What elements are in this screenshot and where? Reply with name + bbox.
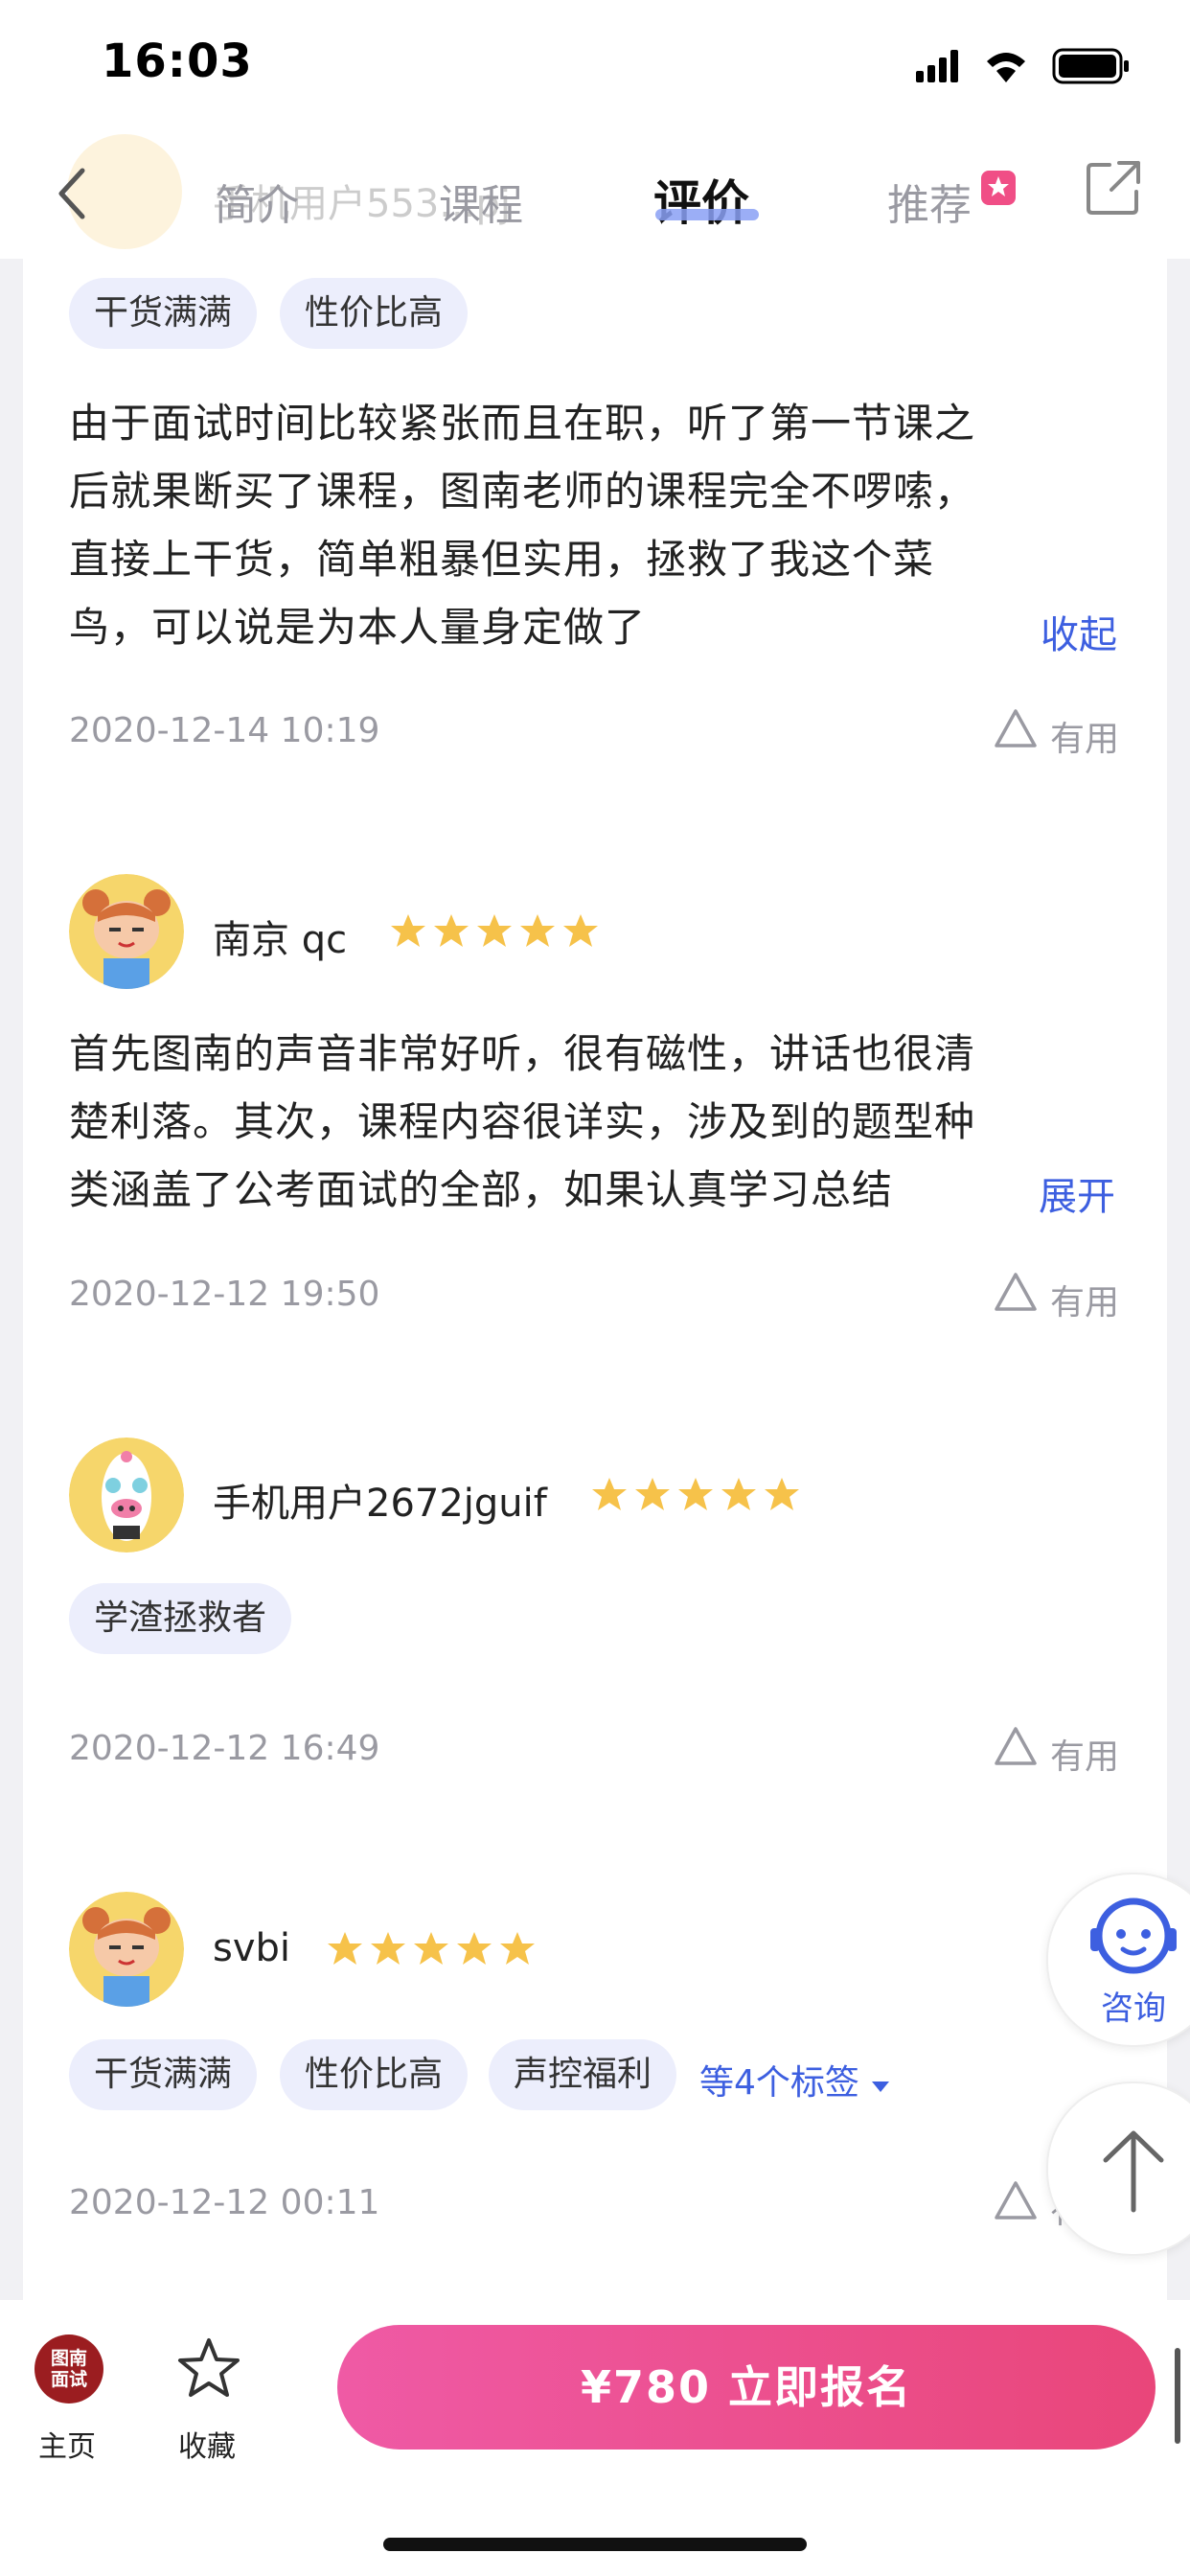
status-icons: [910, 46, 1140, 84]
more-tags-button[interactable]: 等4个标签: [699, 2055, 891, 2104]
review-tag: 性价比高: [280, 278, 469, 349]
review-username: 手机用户2672jguif: [213, 1482, 547, 1526]
star-outline-icon: [178, 2338, 240, 2397]
home-indicator: [383, 2538, 807, 2551]
useful-button[interactable]: 有用: [993, 1271, 1119, 1322]
share-icon: [1087, 161, 1140, 215]
home-label: 主页: [38, 2430, 96, 2464]
favorite-tab[interactable]: 收藏: [172, 2334, 268, 2464]
tab-course[interactable]: 课程: [439, 171, 523, 232]
rating-stars: [592, 1476, 803, 1514]
scrollbar[interactable]: [1175, 2348, 1180, 2444]
tab-reviews[interactable]: 评价: [653, 165, 749, 234]
review-tag: 干货满满: [69, 2039, 258, 2110]
back-button[interactable]: [50, 163, 98, 224]
logo-line: 图南: [50, 2348, 87, 2369]
review-tag: 学渣拯救者: [69, 1583, 292, 1654]
home-tab[interactable]: 图南 面试 主页: [33, 2334, 138, 2464]
triangle-icon: [995, 2181, 1037, 2220]
tiger-avatar-icon: [69, 874, 184, 989]
tab-intro[interactable]: 简介: [215, 171, 299, 232]
review-date: 2020-12-12 00:11: [69, 2183, 380, 2222]
review-tag: 性价比高: [280, 2039, 469, 2110]
review-tag: 干货满满: [69, 278, 258, 349]
tab-recommend[interactable]: 推荐: [887, 171, 972, 232]
share-button[interactable]: [1085, 159, 1142, 217]
useful-label: 有用: [1050, 1737, 1120, 1777]
triangle-icon: [995, 1727, 1037, 1765]
five-stars-icon: [592, 1478, 799, 1510]
enroll-button[interactable]: ¥780 立即报名: [337, 2325, 1156, 2450]
review-text: 首先图南的声音非常好听，很有磁性，讲话也很清 楚利落。其次，课程内容很详实，涉及…: [69, 1030, 976, 1213]
triangle-icon: [995, 1273, 1037, 1311]
active-tab-indicator: [655, 209, 759, 220]
review-username: svbi: [213, 1926, 291, 1970]
bottom-action-bar: 图南 面试 主页 收藏 ¥780 立即报名: [0, 2300, 1190, 2576]
status-time: 16:03: [102, 34, 253, 88]
expand-link[interactable]: 展开: [1039, 1165, 1115, 1221]
avatar[interactable]: [69, 874, 184, 989]
signal-wifi-battery-icon: [916, 48, 1129, 84]
avatar[interactable]: [69, 1438, 184, 1552]
review-date: 2020-12-12 16:49: [69, 1729, 380, 1768]
more-tags-label: 等4个标签: [699, 2063, 859, 2103]
scroll-top-button[interactable]: [1046, 2082, 1190, 2256]
status-bar: 16:03: [0, 0, 1190, 125]
rating-stars: [328, 1930, 538, 1968]
collapse-link[interactable]: 收起: [1041, 604, 1117, 659]
customer-service-icon: [1090, 1898, 1177, 1974]
review-text: 由于面试时间比较紧张而且在职，听了第一节课之 后就果断买了课程，图南老师的课程完…: [69, 400, 976, 651]
avatar[interactable]: [69, 1892, 184, 2007]
five-stars-icon: [328, 1932, 535, 1965]
favorite-label: 收藏: [178, 2430, 236, 2464]
rating-stars: [391, 912, 602, 951]
logo-line: 面试: [50, 2369, 87, 2390]
chevron-left-icon: [58, 168, 85, 219]
useful-label: 有用: [1050, 1283, 1120, 1322]
consult-button[interactable]: 咨询: [1046, 1873, 1190, 2047]
useful-label: 有用: [1050, 720, 1120, 759]
useful-button[interactable]: 有用: [993, 1725, 1119, 1777]
useful-button[interactable]: 有用: [993, 2179, 1119, 2231]
five-stars-icon: [391, 914, 598, 947]
nav-bar: 手机用户553...pj 简介 课程 评价 推荐: [0, 125, 1190, 259]
review-date: 2020-12-14 10:19: [69, 711, 380, 750]
review-username: 南京 qc: [213, 918, 348, 962]
recommend-badge-icon: [981, 171, 1016, 205]
review-tag: 声控福利: [489, 2039, 677, 2110]
pig-avatar-icon: [69, 1438, 184, 1552]
triangle-icon: [995, 709, 1037, 748]
brand-logo-icon: 图南 面试: [34, 2334, 103, 2404]
tiger-avatar-icon: [69, 1892, 184, 2007]
consult-label: 咨询: [1101, 1990, 1166, 2028]
review-date: 2020-12-12 19:50: [69, 1275, 380, 1314]
useful-button[interactable]: 有用: [993, 707, 1119, 759]
arrow-up-icon: [1103, 2130, 1164, 2213]
caret-down-icon: [872, 2082, 890, 2092]
